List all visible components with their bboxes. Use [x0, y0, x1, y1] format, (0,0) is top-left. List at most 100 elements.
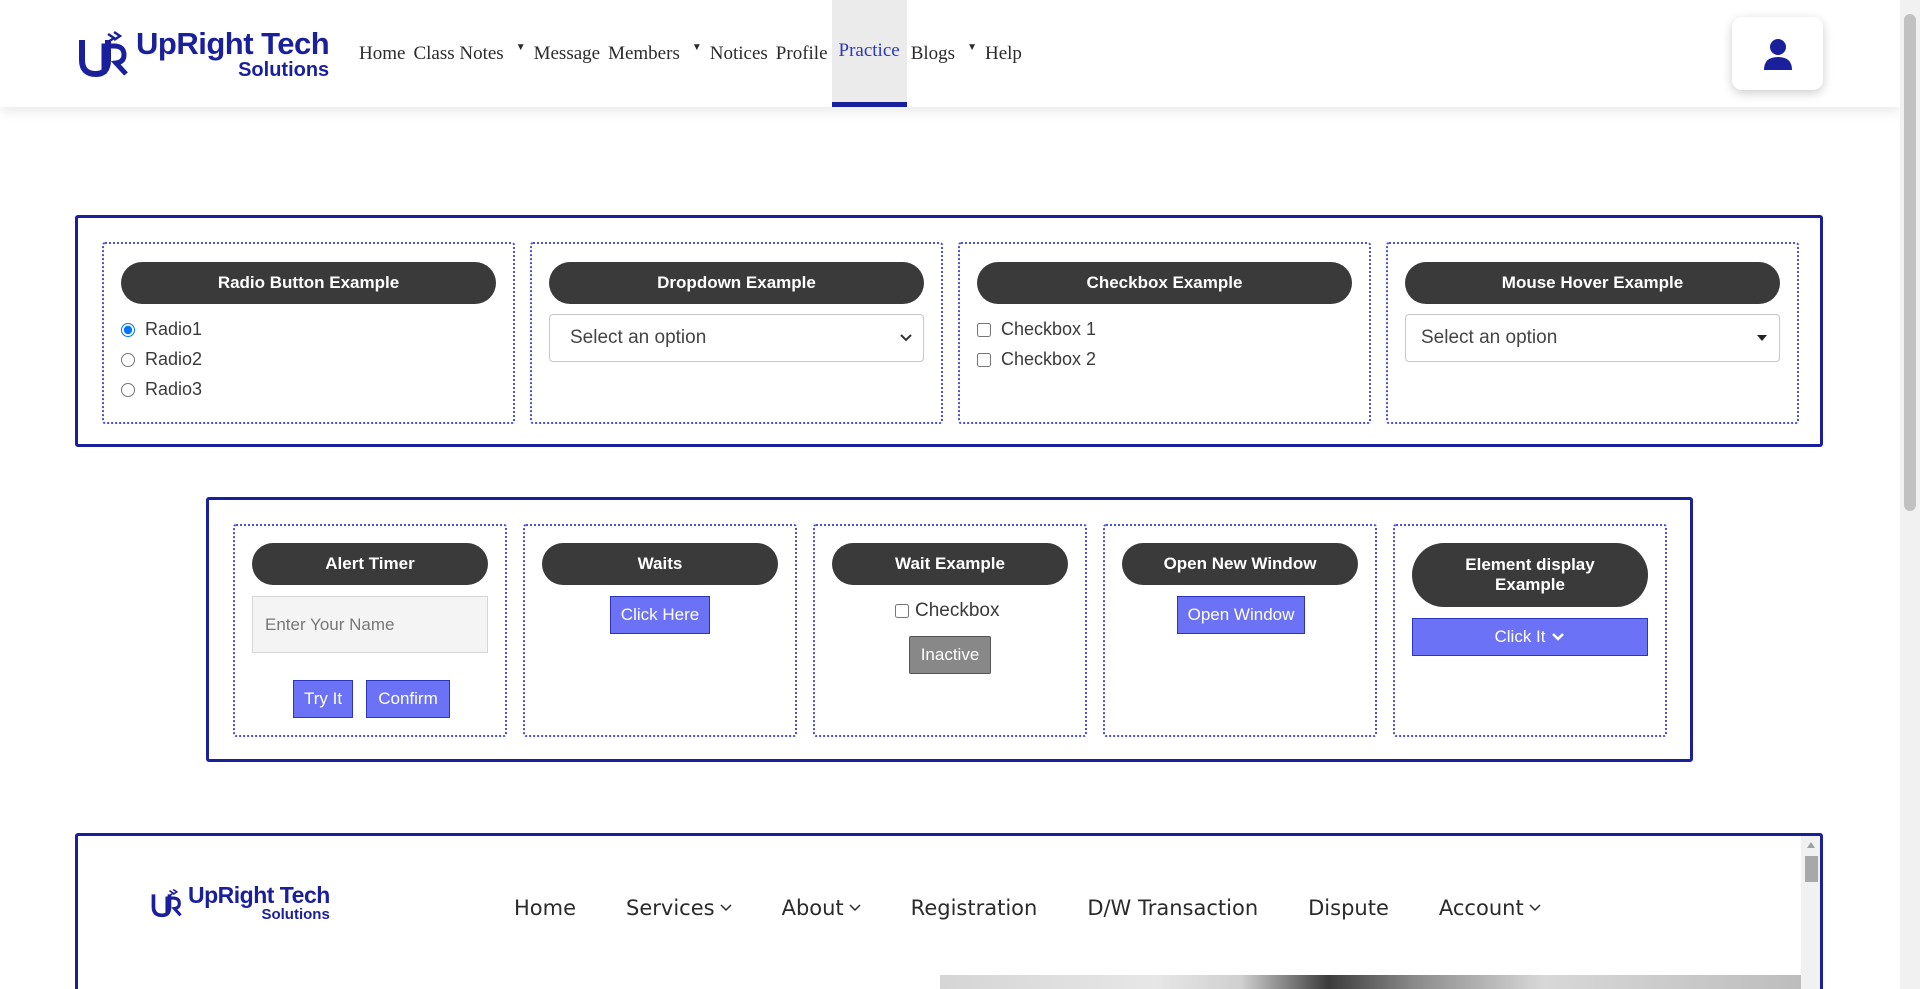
- radio-option-1[interactable]: Radio1: [121, 319, 202, 340]
- page-scrollbar[interactable]: [1900, 0, 1920, 989]
- click-it-button[interactable]: Click It: [1412, 618, 1648, 656]
- nav-profile[interactable]: Profile: [772, 0, 832, 107]
- click-it-label: Click It: [1494, 627, 1546, 646]
- checkbox-option-2[interactable]: Checkbox 2: [977, 349, 1096, 370]
- dropdown-card: Dropdown Example Select an option: [530, 242, 943, 424]
- embedded-brand-logo[interactable]: UpRight Tech Solutions: [150, 884, 330, 922]
- user-icon: [1763, 38, 1792, 70]
- dropdown-select-value: Select an option: [570, 327, 707, 348]
- practice-section-2: Alert Timer Enter Your Name Try It Confi…: [206, 497, 1693, 762]
- chevron-down-icon: [1529, 904, 1541, 912]
- try-it-button[interactable]: Try It: [293, 680, 353, 718]
- radio-title: Radio Button Example: [121, 262, 496, 304]
- nav-notices[interactable]: Notices: [706, 0, 772, 107]
- nav-home-label: Home: [359, 42, 406, 64]
- top-navbar: UpRight Tech Solutions Home Class Notes ▼…: [0, 0, 1900, 107]
- chevron-down-icon: [900, 334, 912, 342]
- nav-notices-label: Notices: [709, 42, 768, 64]
- nav-practice[interactable]: Practice: [831, 0, 907, 107]
- radio-input-1[interactable]: [121, 322, 135, 337]
- main-nav: Home Class Notes ▼ Message Members ▼ Notic…: [355, 0, 1026, 107]
- embedded-frame[interactable]: UpRight Tech Solutions Home Services Abo…: [75, 833, 1823, 989]
- checkbox-label-2: Checkbox 2: [1001, 349, 1097, 369]
- wait-checkbox-label: Checkbox: [915, 600, 1000, 621]
- radio-label-2: Radio2: [145, 349, 203, 369]
- caret-down-icon: ▼: [967, 42, 977, 53]
- nav-class-notes[interactable]: Class Notes ▼: [409, 0, 529, 107]
- embedded-nav-registration-label: Registration: [910, 896, 1038, 920]
- checkbox-input-1[interactable]: [977, 322, 991, 337]
- dropdown-select[interactable]: Select an option: [549, 314, 924, 362]
- caret-down-icon: ▼: [691, 42, 702, 53]
- nav-blogs[interactable]: Blogs ▼: [907, 0, 981, 107]
- alert-timer-card: Alert Timer Enter Your Name Try It Confi…: [233, 524, 507, 737]
- chevron-down-icon: [720, 904, 732, 912]
- embedded-nav-registration[interactable]: Registration: [911, 896, 1038, 920]
- mouse-hover-select[interactable]: Select an option: [1405, 314, 1780, 362]
- nav-class-notes-label: Class Notes: [413, 42, 504, 64]
- wait-checkbox-input[interactable]: [895, 604, 909, 618]
- scroll-up-arrow-icon[interactable]: [1807, 842, 1815, 848]
- embedded-nav-about[interactable]: About: [782, 896, 861, 920]
- embedded-nav-services[interactable]: Services: [626, 896, 732, 920]
- element-display-card: Element display Example Click It: [1393, 524, 1667, 737]
- embedded-nav-dispute[interactable]: Dispute: [1308, 896, 1389, 920]
- nav-message[interactable]: Message: [530, 0, 604, 107]
- nav-members[interactable]: Members ▼: [604, 0, 706, 107]
- checkbox-option-1[interactable]: Checkbox 1: [977, 319, 1096, 340]
- nav-help-label: Help: [984, 42, 1022, 64]
- nav-help[interactable]: Help: [981, 0, 1026, 107]
- brand-name: UpRight Tech: [136, 26, 330, 61]
- embedded-hero-image: [940, 975, 1802, 989]
- radio-option-3[interactable]: Radio3: [121, 379, 202, 400]
- click-here-button[interactable]: Click Here: [610, 596, 710, 634]
- wait-checkbox-option[interactable]: Checkbox: [895, 600, 1000, 622]
- nav-blogs-label: Blogs: [910, 42, 956, 64]
- embedded-nav-dispute-label: Dispute: [1308, 896, 1389, 920]
- embedded-nav-services-label: Services: [626, 896, 715, 920]
- nav-members-label: Members: [608, 42, 680, 64]
- wait-example-card: Wait Example Checkbox Inactive: [813, 524, 1087, 737]
- embedded-scrollbar[interactable]: [1801, 836, 1820, 989]
- embedded-nav-home-label: Home: [514, 896, 577, 920]
- element-display-title: Element display Example: [1412, 543, 1648, 607]
- new-window-card: Open New Window Open Window: [1103, 524, 1377, 737]
- checkbox-label-1: Checkbox 1: [1001, 319, 1097, 339]
- name-input[interactable]: Enter Your Name: [252, 596, 488, 653]
- nav-practice-label: Practice: [838, 40, 900, 61]
- radio-option-2[interactable]: Radio2: [121, 349, 202, 370]
- brand-logo[interactable]: UpRight Tech Solutions: [78, 22, 333, 86]
- embedded-nav-home[interactable]: Home: [514, 896, 576, 920]
- user-account-button[interactable]: [1732, 17, 1823, 90]
- alert-timer-title: Alert Timer: [252, 543, 488, 585]
- open-window-button[interactable]: Open Window: [1177, 596, 1305, 634]
- mouse-hover-card: Mouse Hover Example Select an option: [1386, 242, 1799, 424]
- embedded-scrollbar-thumb[interactable]: [1805, 856, 1818, 882]
- radio-label-1: Radio1: [145, 319, 203, 339]
- embedded-nav-dw-transaction[interactable]: D/W Transaction: [1087, 896, 1258, 920]
- embedded-nav-dw-transaction-label: D/W Transaction: [1087, 896, 1259, 920]
- brand-subtitle: Solutions: [238, 59, 330, 81]
- inactive-button: Inactive: [909, 636, 991, 674]
- caret-down-icon: [1757, 335, 1767, 341]
- new-window-title: Open New Window: [1122, 543, 1358, 585]
- page-scrollbar-thumb[interactable]: [1904, 14, 1916, 511]
- logo-mark-icon: [151, 888, 182, 918]
- embedded-nav: Home Services About Registration D/W Tra…: [514, 888, 1591, 928]
- checkbox-title: Checkbox Example: [977, 262, 1352, 304]
- practice-section-1: Radio Button Example Radio1 Radio2 Radio…: [75, 215, 1823, 447]
- nav-home[interactable]: Home: [355, 0, 409, 107]
- embedded-nav-account[interactable]: Account: [1439, 896, 1541, 920]
- embedded-nav-about-label: About: [781, 896, 844, 920]
- radio-input-2[interactable]: [121, 352, 135, 367]
- wait-example-title: Wait Example: [832, 543, 1068, 585]
- dropdown-title: Dropdown Example: [549, 262, 924, 304]
- radio-input-3[interactable]: [121, 382, 135, 397]
- embedded-brand-name: UpRight Tech: [188, 882, 330, 908]
- checkbox-input-2[interactable]: [977, 352, 991, 367]
- radio-card: Radio Button Example Radio1 Radio2 Radio…: [102, 242, 515, 424]
- mouse-hover-select-value: Select an option: [1421, 327, 1558, 348]
- page: UpRight Tech Solutions Home Class Notes ▼…: [0, 0, 1920, 989]
- confirm-button[interactable]: Confirm: [366, 680, 450, 718]
- nav-message-label: Message: [533, 42, 601, 64]
